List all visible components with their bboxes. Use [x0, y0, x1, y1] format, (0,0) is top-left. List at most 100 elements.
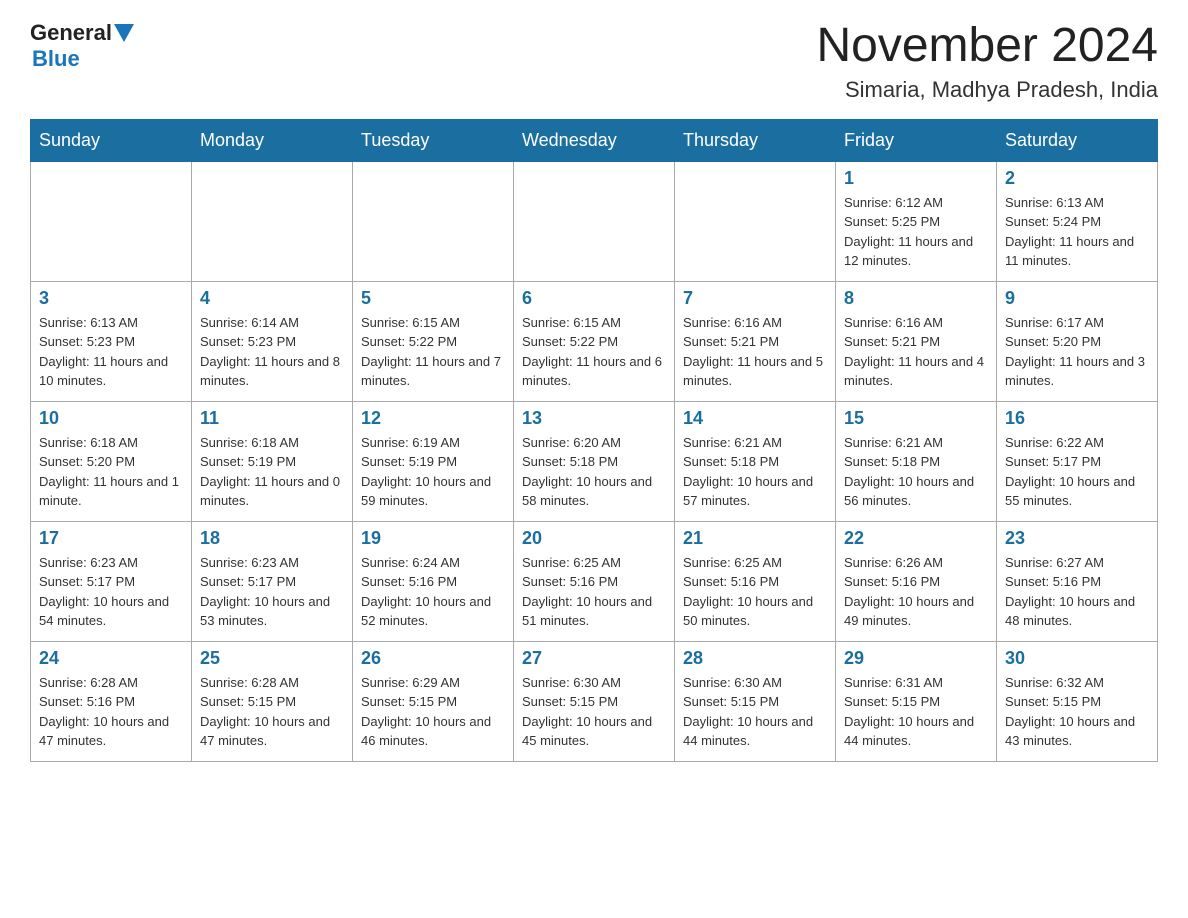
- day-info: Sunrise: 6:14 AMSunset: 5:23 PMDaylight:…: [200, 313, 344, 391]
- day-number: 23: [1005, 528, 1149, 549]
- calendar-cell: 4 Sunrise: 6:14 AMSunset: 5:23 PMDaylight…: [192, 281, 353, 401]
- calendar-cell: 18 Sunrise: 6:23 AMSunset: 5:17 PMDayligh…: [192, 521, 353, 641]
- day-info: Sunrise: 6:26 AMSunset: 5:16 PMDaylight:…: [844, 553, 988, 631]
- calendar-cell: 28Sunrise: 6:30 AMSunset: 5:15 PMDayligh…: [675, 641, 836, 761]
- calendar-week-row: 24 Sunrise: 6:28 AMSunset: 5:16 PMDayligh…: [31, 641, 1158, 761]
- title-section: November 2024 Simaria, Madhya Pradesh, I…: [816, 20, 1158, 103]
- calendar-week-row: 17 Sunrise: 6:23 AMSunset: 5:17 PMDayligh…: [31, 521, 1158, 641]
- calendar-cell: [514, 161, 675, 281]
- day-info: Sunrise: 6:15 AMSunset: 5:22 PMDaylight:…: [361, 313, 505, 391]
- calendar-cell: 14 Sunrise: 6:21 AMSunset: 5:18 PMDayligh…: [675, 401, 836, 521]
- day-number: 26: [361, 648, 505, 669]
- day-info: Sunrise: 6:16 AMSunset: 5:21 PMDaylight:…: [844, 313, 988, 391]
- day-number: 6: [522, 288, 666, 309]
- day-number: 30: [1005, 648, 1149, 669]
- day-number: 19: [361, 528, 505, 549]
- day-number: 24: [39, 648, 183, 669]
- calendar-cell: 3 Sunrise: 6:13 AMSunset: 5:23 PMDaylight…: [31, 281, 192, 401]
- calendar-cell: 25 Sunrise: 6:28 AMSunset: 5:15 PMDayligh…: [192, 641, 353, 761]
- day-of-week-header: Tuesday: [353, 119, 514, 161]
- day-of-week-header: Wednesday: [514, 119, 675, 161]
- day-number: 3: [39, 288, 183, 309]
- day-info: Sunrise: 6:21 AMSunset: 5:18 PMDaylight:…: [683, 433, 827, 511]
- day-number: 8: [844, 288, 988, 309]
- day-of-week-header: Friday: [836, 119, 997, 161]
- day-number: 22: [844, 528, 988, 549]
- day-number: 16: [1005, 408, 1149, 429]
- calendar-week-row: 10Sunrise: 6:18 AMSunset: 5:20 PMDayligh…: [31, 401, 1158, 521]
- day-info: Sunrise: 6:30 AMSunset: 5:15 PMDaylight:…: [522, 673, 666, 751]
- calendar-cell: 19 Sunrise: 6:24 AMSunset: 5:16 PMDayligh…: [353, 521, 514, 641]
- day-number: 17: [39, 528, 183, 549]
- day-info: Sunrise: 6:19 AMSunset: 5:19 PMDaylight:…: [361, 433, 505, 511]
- day-number: 18: [200, 528, 344, 549]
- day-info: Sunrise: 6:32 AMSunset: 5:15 PMDaylight:…: [1005, 673, 1149, 751]
- day-number: 10: [39, 408, 183, 429]
- logo-blue-text: Blue: [32, 46, 80, 71]
- logo-general-text: General: [30, 20, 112, 46]
- day-number: 11: [200, 408, 344, 429]
- calendar-cell: 10Sunrise: 6:18 AMSunset: 5:20 PMDayligh…: [31, 401, 192, 521]
- day-number: 4: [200, 288, 344, 309]
- day-of-week-header: Thursday: [675, 119, 836, 161]
- day-of-week-header: Monday: [192, 119, 353, 161]
- day-info: Sunrise: 6:18 AMSunset: 5:19 PMDaylight:…: [200, 433, 344, 511]
- day-info: Sunrise: 6:12 AMSunset: 5:25 PMDaylight:…: [844, 193, 988, 271]
- day-number: 5: [361, 288, 505, 309]
- calendar-cell: 26Sunrise: 6:29 AMSunset: 5:15 PMDayligh…: [353, 641, 514, 761]
- day-info: Sunrise: 6:28 AMSunset: 5:16 PMDaylight:…: [39, 673, 183, 751]
- day-number: 27: [522, 648, 666, 669]
- calendar-cell: 7Sunrise: 6:16 AMSunset: 5:21 PMDaylight…: [675, 281, 836, 401]
- day-info: Sunrise: 6:31 AMSunset: 5:15 PMDaylight:…: [844, 673, 988, 751]
- month-title: November 2024: [816, 20, 1158, 73]
- day-info: Sunrise: 6:25 AMSunset: 5:16 PMDaylight:…: [683, 553, 827, 631]
- day-number: 15: [844, 408, 988, 429]
- day-info: Sunrise: 6:21 AMSunset: 5:18 PMDaylight:…: [844, 433, 988, 511]
- calendar-cell: [675, 161, 836, 281]
- day-info: Sunrise: 6:15 AMSunset: 5:22 PMDaylight:…: [522, 313, 666, 391]
- calendar-cell: 5 Sunrise: 6:15 AMSunset: 5:22 PMDaylight…: [353, 281, 514, 401]
- calendar-cell: 23 Sunrise: 6:27 AMSunset: 5:16 PMDayligh…: [997, 521, 1158, 641]
- calendar-cell: 16 Sunrise: 6:22 AMSunset: 5:17 PMDayligh…: [997, 401, 1158, 521]
- calendar-cell: 13 Sunrise: 6:20 AMSunset: 5:18 PMDayligh…: [514, 401, 675, 521]
- day-info: Sunrise: 6:13 AMSunset: 5:24 PMDaylight:…: [1005, 193, 1149, 271]
- day-info: Sunrise: 6:17 AMSunset: 5:20 PMDaylight:…: [1005, 313, 1149, 391]
- calendar-cell: 20Sunrise: 6:25 AMSunset: 5:16 PMDayligh…: [514, 521, 675, 641]
- calendar-cell: 22 Sunrise: 6:26 AMSunset: 5:16 PMDayligh…: [836, 521, 997, 641]
- day-number: 13: [522, 408, 666, 429]
- calendar-cell: 8 Sunrise: 6:16 AMSunset: 5:21 PMDaylight…: [836, 281, 997, 401]
- calendar-week-row: 1 Sunrise: 6:12 AMSunset: 5:25 PMDaylight…: [31, 161, 1158, 281]
- day-info: Sunrise: 6:16 AMSunset: 5:21 PMDaylight:…: [683, 313, 827, 391]
- calendar-cell: 6 Sunrise: 6:15 AMSunset: 5:22 PMDaylight…: [514, 281, 675, 401]
- day-of-week-header: Saturday: [997, 119, 1158, 161]
- day-info: Sunrise: 6:13 AMSunset: 5:23 PMDaylight:…: [39, 313, 183, 391]
- day-number: 21: [683, 528, 827, 549]
- day-of-week-header: Sunday: [31, 119, 192, 161]
- day-number: 9: [1005, 288, 1149, 309]
- day-info: Sunrise: 6:24 AMSunset: 5:16 PMDaylight:…: [361, 553, 505, 631]
- calendar-cell: 21 Sunrise: 6:25 AMSunset: 5:16 PMDayligh…: [675, 521, 836, 641]
- logo: General Blue: [30, 20, 134, 72]
- day-info: Sunrise: 6:22 AMSunset: 5:17 PMDaylight:…: [1005, 433, 1149, 511]
- day-number: 2: [1005, 168, 1149, 189]
- day-number: 14: [683, 408, 827, 429]
- calendar-cell: 11 Sunrise: 6:18 AMSunset: 5:19 PMDayligh…: [192, 401, 353, 521]
- day-info: Sunrise: 6:27 AMSunset: 5:16 PMDaylight:…: [1005, 553, 1149, 631]
- day-number: 25: [200, 648, 344, 669]
- calendar-cell: 24 Sunrise: 6:28 AMSunset: 5:16 PMDayligh…: [31, 641, 192, 761]
- calendar-header-row: SundayMondayTuesdayWednesdayThursdayFrid…: [31, 119, 1158, 161]
- day-info: Sunrise: 6:23 AMSunset: 5:17 PMDaylight:…: [39, 553, 183, 631]
- logo-triangle-icon: [114, 24, 134, 42]
- day-number: 1: [844, 168, 988, 189]
- calendar-week-row: 3 Sunrise: 6:13 AMSunset: 5:23 PMDaylight…: [31, 281, 1158, 401]
- calendar-cell: [31, 161, 192, 281]
- day-info: Sunrise: 6:23 AMSunset: 5:17 PMDaylight:…: [200, 553, 344, 631]
- day-info: Sunrise: 6:20 AMSunset: 5:18 PMDaylight:…: [522, 433, 666, 511]
- day-number: 12: [361, 408, 505, 429]
- calendar-cell: 27 Sunrise: 6:30 AMSunset: 5:15 PMDayligh…: [514, 641, 675, 761]
- day-number: 20: [522, 528, 666, 549]
- day-info: Sunrise: 6:28 AMSunset: 5:15 PMDaylight:…: [200, 673, 344, 751]
- calendar-cell: 15 Sunrise: 6:21 AMSunset: 5:18 PMDayligh…: [836, 401, 997, 521]
- calendar-cell: 9 Sunrise: 6:17 AMSunset: 5:20 PMDaylight…: [997, 281, 1158, 401]
- calendar-cell: 30 Sunrise: 6:32 AMSunset: 5:15 PMDayligh…: [997, 641, 1158, 761]
